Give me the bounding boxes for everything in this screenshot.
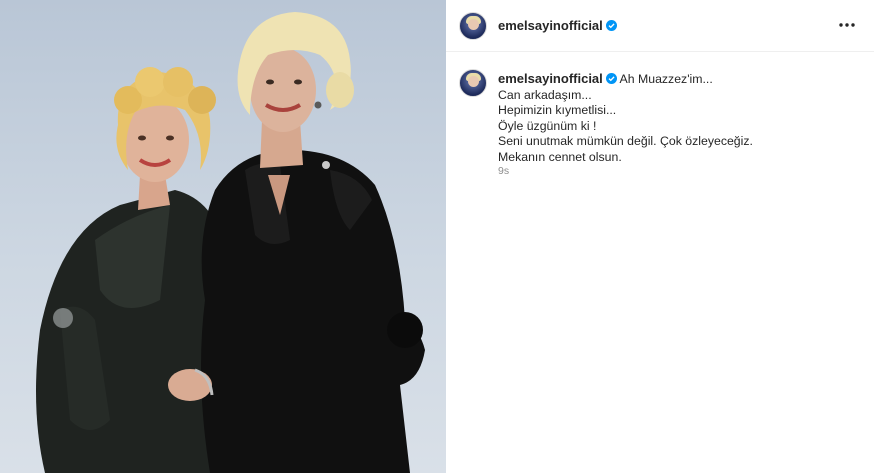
more-options-icon[interactable] [834,12,860,38]
caption-username[interactable]: emelsayinofficial [498,71,603,86]
instagram-post: emelsayinofficial emelsayinofficial Ah M… [0,0,874,473]
profile-avatar-icon[interactable] [459,12,487,40]
post-details-panel: emelsayinofficial emelsayinofficial Ah M… [446,0,874,473]
header-username-text[interactable]: emelsayinofficial [498,18,603,33]
caption-avatar-icon[interactable] [459,69,487,97]
caption-line-0: Ah Muazzez'im... [619,72,713,86]
verified-badge-icon [605,73,617,84]
caption-first-line: emelsayinofficial Ah Muazzez'im... [498,71,858,88]
caption-line-2: Hepimizin kıymetlisi... [498,103,617,118]
avatar-face [468,76,479,87]
post-header: emelsayinofficial [446,0,874,52]
caption-text: emelsayinofficial Ah Muazzez'im... Can a… [498,71,858,166]
post-timestamp[interactable]: 9s [498,165,509,177]
caption-line-1: Can arkadaşım... [498,87,592,102]
verified-badge-icon [605,20,617,31]
caption-line-3: Öyle üzgünüm ki ! [498,118,597,133]
caption-line-5: Mekanın cennet olsun. [498,149,622,164]
caption-line-4: Seni unutmak mümkün değil. Çok özleyeceğ… [498,134,753,149]
avatar-face [468,19,479,30]
post-photo[interactable] [0,0,446,473]
post-photo-illustration [36,12,425,473]
header-username[interactable]: emelsayinofficial [498,18,617,33]
